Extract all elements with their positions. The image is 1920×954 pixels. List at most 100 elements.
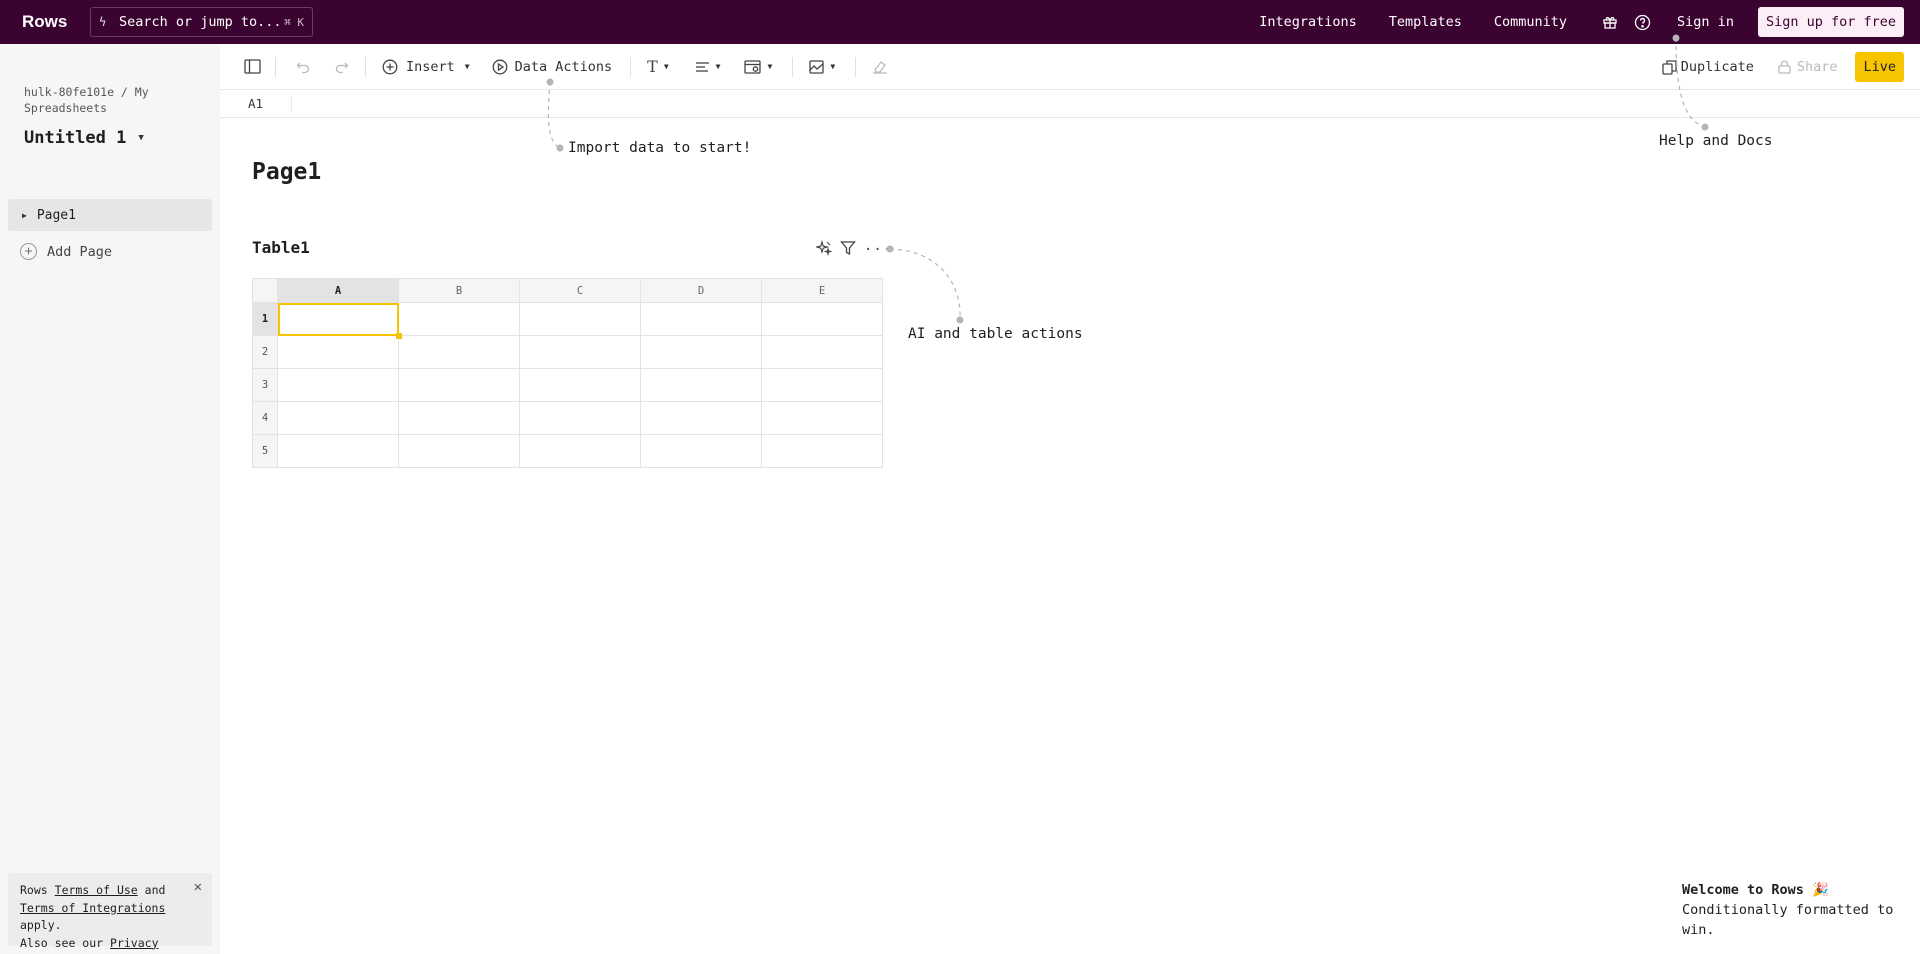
- rows-logo[interactable]: Rows: [22, 12, 90, 32]
- add-page-button[interactable]: + Add Page: [20, 243, 112, 260]
- table-cell[interactable]: [519, 368, 641, 402]
- text-format-button[interactable]: T ▼: [647, 57, 669, 76]
- cell-reference[interactable]: A1: [248, 96, 292, 111]
- caret-down-icon: ▼: [663, 62, 669, 71]
- page-title[interactable]: Page1: [252, 159, 321, 185]
- search-box[interactable]: ϟ Search or jump to... ⌘ K: [90, 7, 313, 37]
- table-cell[interactable]: [761, 302, 883, 336]
- table-cell[interactable]: [398, 434, 520, 468]
- add-page-label: Add Page: [47, 243, 113, 260]
- table-cell[interactable]: [761, 401, 883, 435]
- column-header-c[interactable]: C: [519, 278, 641, 303]
- duplicate-label: Duplicate: [1680, 59, 1754, 75]
- toolbar-divider: [630, 56, 632, 77]
- formula-input[interactable]: [292, 94, 1920, 114]
- data-actions-label: Data Actions: [514, 58, 613, 75]
- duplicate-icon: [1662, 59, 1677, 75]
- toolbar-right: Duplicate Share Live: [1662, 44, 1920, 90]
- cell-a1[interactable]: [277, 302, 403, 340]
- table-cell[interactable]: [519, 401, 641, 435]
- caret-down-icon: ▼: [715, 62, 721, 71]
- column-header-d[interactable]: D: [640, 278, 762, 303]
- column-header-b[interactable]: B: [398, 278, 520, 303]
- corner-cell[interactable]: [252, 278, 278, 303]
- nav-integrations[interactable]: Integrations: [1259, 14, 1357, 30]
- doc-title[interactable]: Untitled 1 ▼: [24, 128, 144, 148]
- terms-also: Also see our: [20, 935, 104, 950]
- plus-circle-icon: [382, 59, 398, 74]
- sign-up-button[interactable]: Sign up for free: [1757, 7, 1904, 37]
- nav-templates[interactable]: Templates: [1389, 14, 1462, 30]
- triangle-right-icon[interactable]: ▶: [22, 211, 27, 220]
- align-button[interactable]: ▼: [695, 61, 721, 73]
- help-icon[interactable]: [1633, 13, 1651, 31]
- hint-connectors: [546, 34, 1709, 324]
- lock-icon: [1778, 60, 1791, 74]
- column-header-e[interactable]: E: [761, 278, 883, 303]
- live-button[interactable]: Live: [1855, 52, 1904, 82]
- toolbar-divider: [792, 56, 794, 77]
- table-title[interactable]: Table1: [252, 238, 310, 257]
- plus-circle-icon: +: [20, 243, 37, 260]
- clear-format-icon[interactable]: [872, 60, 888, 74]
- table-cell[interactable]: [640, 434, 762, 468]
- table-cell[interactable]: [398, 368, 520, 402]
- number-format-button[interactable]: ▼: [744, 59, 772, 74]
- row-header[interactable]: 3: [252, 368, 278, 402]
- duplicate-button[interactable]: Duplicate: [1662, 59, 1754, 75]
- table-cell[interactable]: [398, 335, 520, 369]
- table-cell[interactable]: [640, 302, 762, 336]
- ai-sparkle-icon[interactable]: [814, 239, 833, 260]
- chart-button[interactable]: ▼: [809, 59, 835, 74]
- terms-of-use-link[interactable]: Terms of Use: [55, 883, 138, 897]
- table-cell[interactable]: [277, 368, 399, 402]
- terms-of-integrations-link[interactable]: Terms of Integrations: [20, 901, 165, 915]
- close-icon[interactable]: ✕: [194, 879, 202, 897]
- nav-community[interactable]: Community: [1494, 14, 1567, 30]
- caret-down-icon: ▼: [464, 62, 470, 71]
- table-row: 1: [252, 302, 883, 340]
- sidebar-toggle-icon[interactable]: [244, 59, 261, 74]
- redo-icon[interactable]: [335, 60, 349, 74]
- sign-in-link[interactable]: Sign in: [1677, 14, 1734, 30]
- format-icon: [744, 59, 762, 74]
- table-cell[interactable]: [640, 368, 762, 402]
- hint-ai-table-actions: AI and table actions: [908, 326, 1083, 342]
- bolt-icon: ϟ: [99, 15, 107, 29]
- gift-icon[interactable]: [1601, 13, 1619, 31]
- table-cell[interactable]: [761, 335, 883, 369]
- table-cell[interactable]: [640, 335, 762, 369]
- row-header[interactable]: 1: [252, 302, 278, 336]
- data-actions-button[interactable]: Data Actions: [492, 58, 613, 75]
- table-cell[interactable]: [277, 434, 399, 468]
- column-header-a[interactable]: A: [277, 278, 399, 303]
- insert-button[interactable]: Insert ▼: [382, 59, 470, 75]
- breadcrumb[interactable]: hulk-80fe101e / My Spreadsheets: [24, 84, 184, 116]
- filter-icon[interactable]: [840, 240, 856, 260]
- share-button[interactable]: Share: [1778, 59, 1837, 75]
- table-cell[interactable]: [398, 401, 520, 435]
- terms-prefix: Rows: [20, 883, 48, 897]
- sidebar-item-page1[interactable]: ▶ Page1: [8, 199, 212, 231]
- sidebar: hulk-80fe101e / My Spreadsheets Untitled…: [0, 44, 220, 954]
- table-cell[interactable]: [519, 302, 641, 336]
- row-header[interactable]: 5: [252, 434, 278, 468]
- undo-icon[interactable]: [296, 60, 310, 74]
- table-cell[interactable]: [761, 434, 883, 468]
- welcome-toast: Welcome to Rows 🎉 Conditionally formatte…: [1682, 880, 1920, 940]
- more-options-icon[interactable]: ···: [864, 242, 892, 258]
- table-cell[interactable]: [398, 302, 520, 336]
- toolbar-divider: [855, 56, 857, 77]
- table-cell[interactable]: [640, 401, 762, 435]
- table-cell[interactable]: [519, 335, 641, 369]
- table-cell[interactable]: [277, 401, 399, 435]
- table-cell[interactable]: [277, 335, 399, 369]
- row-header[interactable]: 2: [252, 335, 278, 369]
- toolbar: Insert ▼ Data Actions T ▼ ▼ ▼ ▼ Duplicat…: [220, 44, 1920, 90]
- text-icon: T: [647, 57, 658, 76]
- row-header[interactable]: 4: [252, 401, 278, 435]
- table-cell[interactable]: [761, 368, 883, 402]
- table-row: 3: [252, 368, 883, 402]
- table-cell[interactable]: [519, 434, 641, 468]
- search-shortcut: ⌘ K: [284, 15, 304, 29]
